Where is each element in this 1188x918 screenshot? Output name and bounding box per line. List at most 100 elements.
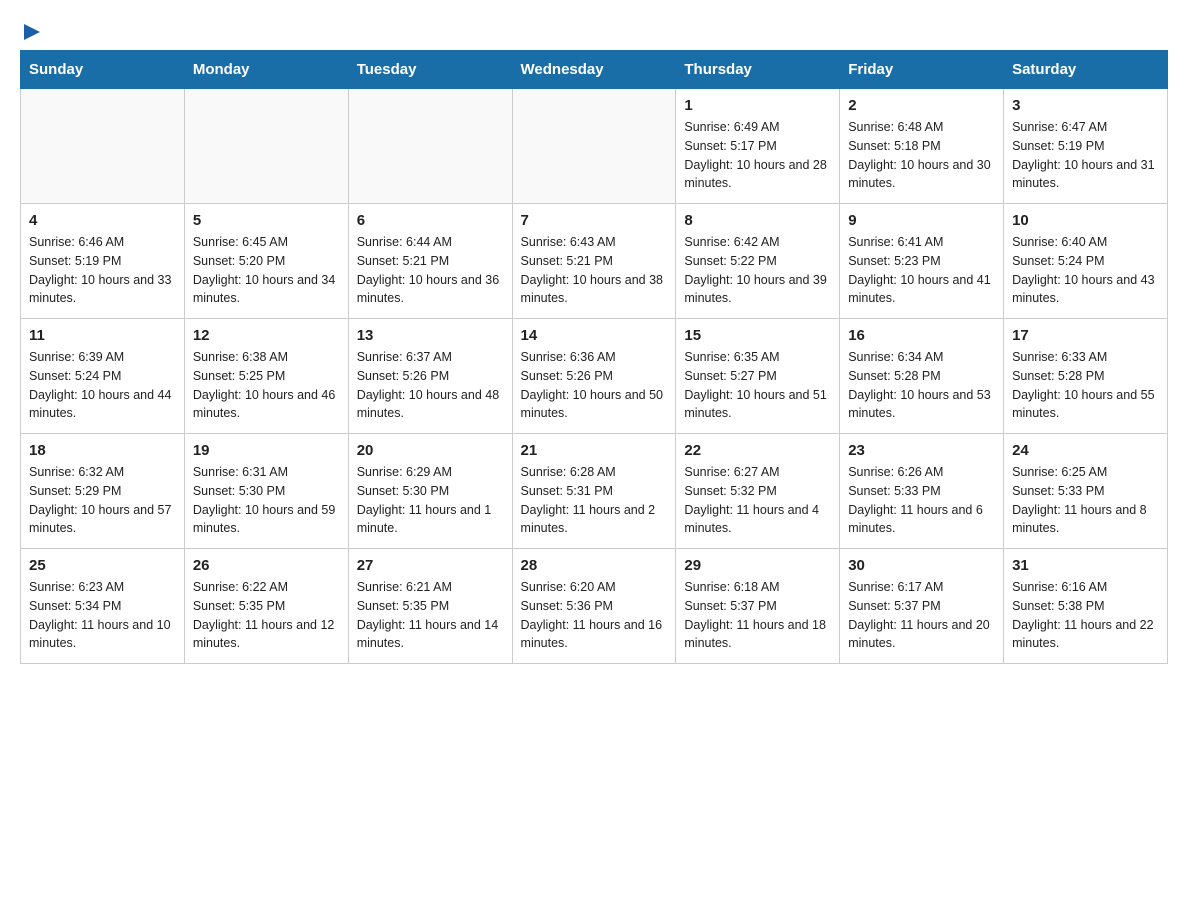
calendar-cell: 12 Sunrise: 6:38 AM Sunset: 5:25 PM Dayli… (184, 319, 348, 434)
weekday-header-sunday: Sunday (21, 51, 185, 89)
day-number: 28 (521, 557, 668, 574)
weekday-header-monday: Monday (184, 51, 348, 89)
day-number: 6 (357, 212, 504, 229)
day-info: Sunrise: 6:48 AM Sunset: 5:18 PM Dayligh… (848, 118, 995, 193)
day-number: 13 (357, 327, 504, 344)
logo (20, 20, 42, 38)
day-info: Sunrise: 6:43 AM Sunset: 5:21 PM Dayligh… (521, 233, 668, 308)
calendar-cell: 21 Sunrise: 6:28 AM Sunset: 5:31 PM Dayli… (512, 434, 676, 549)
day-info: Sunrise: 6:32 AM Sunset: 5:29 PM Dayligh… (29, 463, 176, 538)
day-number: 8 (684, 212, 831, 229)
day-number: 31 (1012, 557, 1159, 574)
day-info: Sunrise: 6:39 AM Sunset: 5:24 PM Dayligh… (29, 348, 176, 423)
calendar-cell: 27 Sunrise: 6:21 AM Sunset: 5:35 PM Dayli… (348, 549, 512, 664)
day-number: 15 (684, 327, 831, 344)
calendar-cell: 18 Sunrise: 6:32 AM Sunset: 5:29 PM Dayli… (21, 434, 185, 549)
day-number: 12 (193, 327, 340, 344)
calendar-cell: 17Sunrise: 6:33 AM Sunset: 5:28 PM Dayli… (1004, 319, 1168, 434)
day-info: Sunrise: 6:23 AM Sunset: 5:34 PM Dayligh… (29, 578, 176, 653)
calendar-header-row: SundayMondayTuesdayWednesdayThursdayFrid… (21, 51, 1168, 89)
day-number: 14 (521, 327, 668, 344)
calendar-cell (512, 89, 676, 204)
weekday-header-thursday: Thursday (676, 51, 840, 89)
weekday-header-friday: Friday (840, 51, 1004, 89)
day-info: Sunrise: 6:28 AM Sunset: 5:31 PM Dayligh… (521, 463, 668, 538)
day-number: 24 (1012, 442, 1159, 459)
day-number: 1 (684, 97, 831, 114)
weekday-header-wednesday: Wednesday (512, 51, 676, 89)
calendar-cell: 28 Sunrise: 6:20 AM Sunset: 5:36 PM Dayli… (512, 549, 676, 664)
day-number: 29 (684, 557, 831, 574)
day-number: 30 (848, 557, 995, 574)
day-number: 27 (357, 557, 504, 574)
day-info: Sunrise: 6:47 AM Sunset: 5:19 PM Dayligh… (1012, 118, 1159, 193)
calendar-cell: 2 Sunrise: 6:48 AM Sunset: 5:18 PM Daylig… (840, 89, 1004, 204)
calendar-cell: 16 Sunrise: 6:34 AM Sunset: 5:28 PM Dayli… (840, 319, 1004, 434)
day-info: Sunrise: 6:37 AM Sunset: 5:26 PM Dayligh… (357, 348, 504, 423)
logo-triangle-icon (22, 22, 42, 42)
day-info: Sunrise: 6:21 AM Sunset: 5:35 PM Dayligh… (357, 578, 504, 653)
day-info: Sunrise: 6:22 AM Sunset: 5:35 PM Dayligh… (193, 578, 340, 653)
day-number: 10 (1012, 212, 1159, 229)
day-number: 11 (29, 327, 176, 344)
calendar-cell: 25 Sunrise: 6:23 AM Sunset: 5:34 PM Dayli… (21, 549, 185, 664)
day-info: Sunrise: 6:44 AM Sunset: 5:21 PM Dayligh… (357, 233, 504, 308)
day-info: Sunrise: 6:20 AM Sunset: 5:36 PM Dayligh… (521, 578, 668, 653)
day-number: 19 (193, 442, 340, 459)
calendar-cell: 24 Sunrise: 6:25 AM Sunset: 5:33 PM Dayli… (1004, 434, 1168, 549)
calendar-cell: 14 Sunrise: 6:36 AM Sunset: 5:26 PM Dayli… (512, 319, 676, 434)
day-info: Sunrise: 6:16 AM Sunset: 5:38 PM Dayligh… (1012, 578, 1159, 653)
day-info: Sunrise: 6:26 AM Sunset: 5:33 PM Dayligh… (848, 463, 995, 538)
day-number: 25 (29, 557, 176, 574)
day-number: 23 (848, 442, 995, 459)
day-info: Sunrise: 6:34 AM Sunset: 5:28 PM Dayligh… (848, 348, 995, 423)
day-number: 21 (521, 442, 668, 459)
day-info: Sunrise: 6:35 AM Sunset: 5:27 PM Dayligh… (684, 348, 831, 423)
calendar-cell (21, 89, 185, 204)
day-number: 20 (357, 442, 504, 459)
day-number: 5 (193, 212, 340, 229)
day-info: Sunrise: 6:17 AM Sunset: 5:37 PM Dayligh… (848, 578, 995, 653)
day-number: 22 (684, 442, 831, 459)
calendar-table: SundayMondayTuesdayWednesdayThursdayFrid… (20, 50, 1168, 664)
calendar-cell: 5 Sunrise: 6:45 AM Sunset: 5:20 PM Daylig… (184, 204, 348, 319)
day-info: Sunrise: 6:29 AM Sunset: 5:30 PM Dayligh… (357, 463, 504, 538)
page-header (20, 20, 1168, 38)
day-info: Sunrise: 6:38 AM Sunset: 5:25 PM Dayligh… (193, 348, 340, 423)
calendar-cell: 31 Sunrise: 6:16 AM Sunset: 5:38 PM Dayli… (1004, 549, 1168, 664)
calendar-cell: 13 Sunrise: 6:37 AM Sunset: 5:26 PM Dayli… (348, 319, 512, 434)
calendar-cell: 3 Sunrise: 6:47 AM Sunset: 5:19 PM Daylig… (1004, 89, 1168, 204)
calendar-cell: 22 Sunrise: 6:27 AM Sunset: 5:32 PM Dayli… (676, 434, 840, 549)
day-info: Sunrise: 6:40 AM Sunset: 5:24 PM Dayligh… (1012, 233, 1159, 308)
calendar-cell: 15 Sunrise: 6:35 AM Sunset: 5:27 PM Dayli… (676, 319, 840, 434)
day-info: Sunrise: 6:49 AM Sunset: 5:17 PM Dayligh… (684, 118, 831, 193)
day-number: 7 (521, 212, 668, 229)
day-number: 4 (29, 212, 176, 229)
weekday-header-saturday: Saturday (1004, 51, 1168, 89)
calendar-cell (184, 89, 348, 204)
day-info: Sunrise: 6:31 AM Sunset: 5:30 PM Dayligh… (193, 463, 340, 538)
calendar-cell (348, 89, 512, 204)
day-number: 2 (848, 97, 995, 114)
day-number: 3 (1012, 97, 1159, 114)
day-info: Sunrise: 6:25 AM Sunset: 5:33 PM Dayligh… (1012, 463, 1159, 538)
calendar-cell: 4 Sunrise: 6:46 AM Sunset: 5:19 PM Daylig… (21, 204, 185, 319)
weekday-header-tuesday: Tuesday (348, 51, 512, 89)
day-info: Sunrise: 6:27 AM Sunset: 5:32 PM Dayligh… (684, 463, 831, 538)
day-info: Sunrise: 6:42 AM Sunset: 5:22 PM Dayligh… (684, 233, 831, 308)
day-info: Sunrise: 6:45 AM Sunset: 5:20 PM Dayligh… (193, 233, 340, 308)
calendar-week-row: 4 Sunrise: 6:46 AM Sunset: 5:19 PM Daylig… (21, 204, 1168, 319)
day-number: 18 (29, 442, 176, 459)
day-info: Sunrise: 6:36 AM Sunset: 5:26 PM Dayligh… (521, 348, 668, 423)
calendar-cell: 1 Sunrise: 6:49 AM Sunset: 5:17 PM Daylig… (676, 89, 840, 204)
calendar-week-row: 25 Sunrise: 6:23 AM Sunset: 5:34 PM Dayli… (21, 549, 1168, 664)
calendar-week-row: 18 Sunrise: 6:32 AM Sunset: 5:29 PM Dayli… (21, 434, 1168, 549)
calendar-cell: 8 Sunrise: 6:42 AM Sunset: 5:22 PM Daylig… (676, 204, 840, 319)
calendar-cell: 10 Sunrise: 6:40 AM Sunset: 5:24 PM Dayli… (1004, 204, 1168, 319)
day-info: Sunrise: 6:46 AM Sunset: 5:19 PM Dayligh… (29, 233, 176, 308)
day-number: 16 (848, 327, 995, 344)
calendar-cell: 29Sunrise: 6:18 AM Sunset: 5:37 PM Dayli… (676, 549, 840, 664)
day-info: Sunrise: 6:41 AM Sunset: 5:23 PM Dayligh… (848, 233, 995, 308)
calendar-cell: 9 Sunrise: 6:41 AM Sunset: 5:23 PM Daylig… (840, 204, 1004, 319)
day-number: 9 (848, 212, 995, 229)
